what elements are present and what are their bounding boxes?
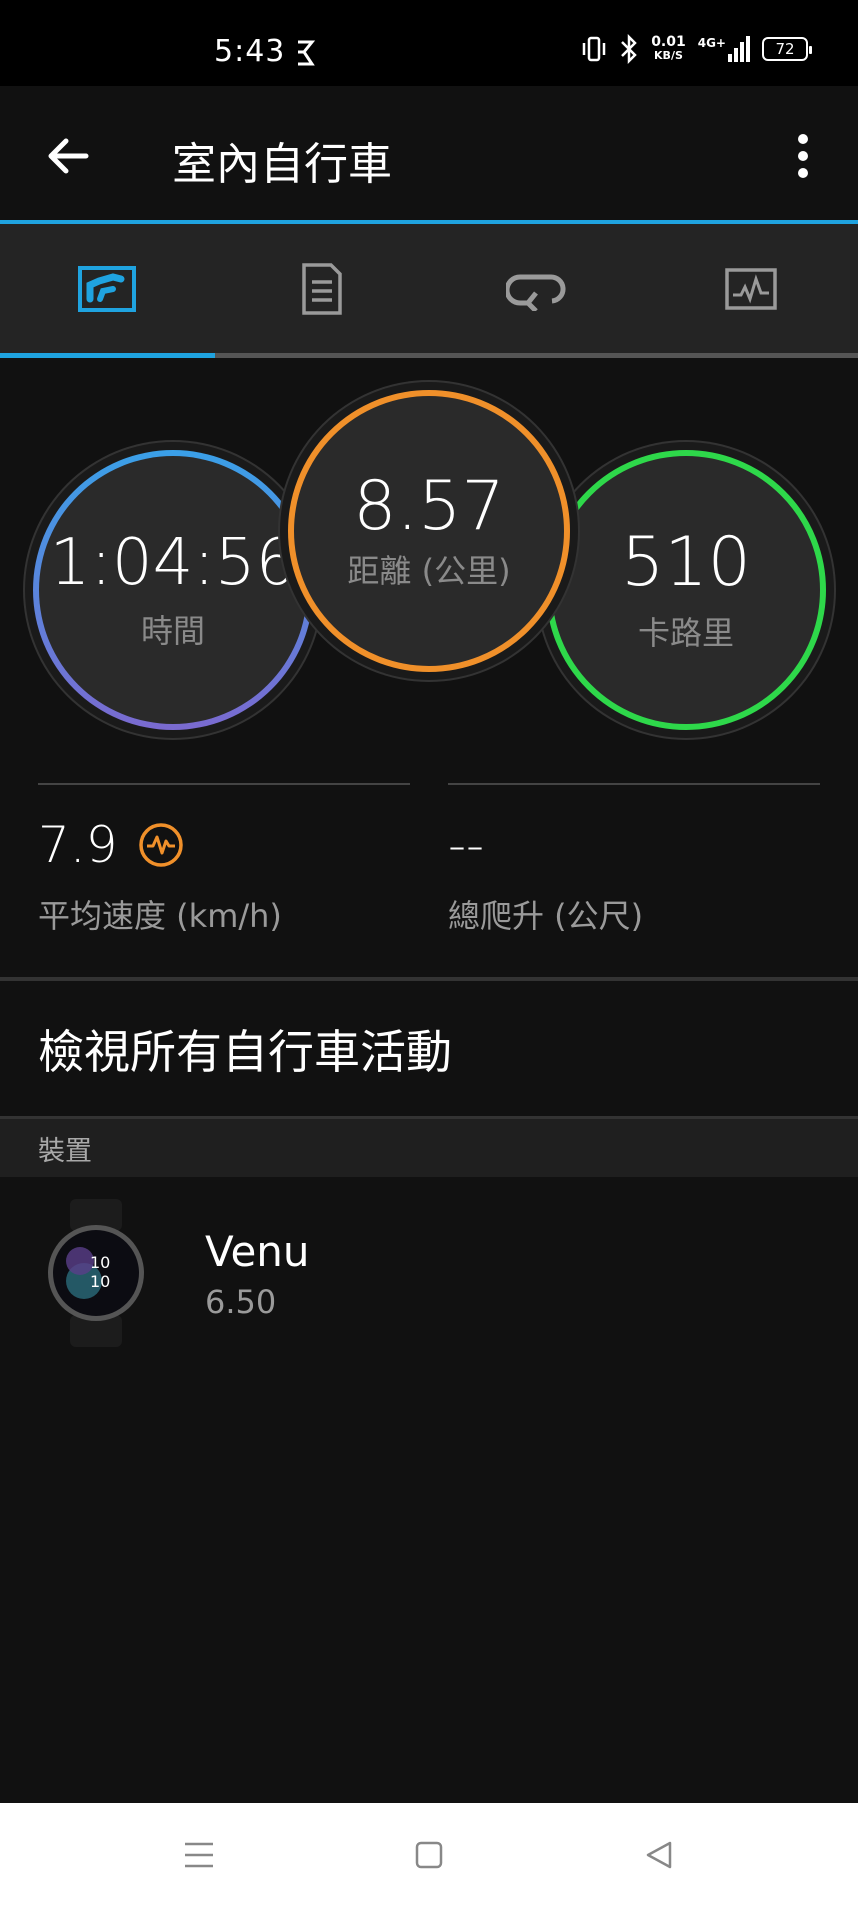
stats-section: 7.9 平均速度 (km/h) -- 總爬升 (公尺)	[38, 783, 820, 935]
device-row[interactable]: 10 10 Venu 6.50	[0, 1177, 858, 1352]
tab-laps[interactable]	[429, 224, 644, 354]
tab-details[interactable]	[215, 224, 430, 354]
total-ascent-label: 總爬升 (公尺)	[448, 897, 644, 935]
page-title: 室內自行車	[172, 139, 392, 190]
back-arrow-icon	[48, 138, 89, 174]
triangle-back-icon	[646, 1841, 672, 1869]
signal-icon: 4G+	[698, 36, 750, 62]
svg-text:10: 10	[90, 1253, 110, 1272]
status-bar: 5:43 0.01 KB/S 4G+ 72	[0, 0, 858, 86]
time-label: 時間	[140, 612, 205, 651]
svg-text:10: 10	[90, 1272, 110, 1291]
vibrate-icon	[582, 36, 606, 62]
device-section-header: 裝置	[0, 1119, 858, 1177]
calories-value: 510	[621, 522, 751, 602]
total-ascent-value: --	[448, 816, 485, 874]
total-ascent-stat: -- 總爬升 (公尺)	[448, 783, 820, 937]
more-dot-icon	[798, 168, 808, 178]
view-all-cycling-link[interactable]: 檢視所有自行車活動	[0, 981, 858, 1117]
time-value: 1:04:56	[49, 525, 297, 600]
document-list-icon	[302, 263, 342, 315]
menu-lines-icon	[185, 1842, 213, 1868]
app-bar: 室內自行車	[0, 86, 858, 220]
laps-loop-icon	[506, 274, 566, 311]
tab-active-indicator	[0, 353, 215, 358]
more-dot-icon	[798, 151, 808, 161]
app-notification-icon	[290, 38, 320, 72]
avg-speed-value: 7.9	[38, 816, 118, 874]
status-time: 5:43	[214, 34, 286, 69]
net-speed: 0.01 KB/S	[651, 34, 686, 62]
avg-speed-stat: 7.9 平均速度 (km/h)	[38, 783, 410, 937]
recents-button[interactable]	[169, 1825, 229, 1885]
calories-label: 卡路里	[637, 614, 734, 653]
more-options-button[interactable]	[778, 126, 828, 186]
bluetooth-icon	[621, 34, 637, 64]
calories-ring: 510 卡路里	[546, 450, 826, 730]
device-name: Venu	[205, 1227, 310, 1276]
distance-label: 距離 (公里)	[347, 552, 511, 591]
device-version: 6.50	[205, 1283, 277, 1321]
tab-bar	[0, 224, 858, 354]
time-ring: 1:04:56 時間	[33, 450, 313, 730]
status-icons: 0.01 KB/S 4G+ 72	[581, 34, 812, 64]
tab-charts[interactable]	[644, 224, 858, 354]
square-icon	[415, 1841, 443, 1869]
back-nav-button[interactable]	[629, 1825, 689, 1885]
stats-chart-icon	[78, 266, 137, 312]
distance-value: 8.57	[353, 466, 505, 546]
avg-speed-label: 平均速度 (km/h)	[38, 897, 282, 935]
summary-rings: 1:04:56 時間 510 卡路里 8.57 距離 (公里)	[0, 370, 858, 750]
activity-graph-icon	[725, 268, 777, 310]
home-button[interactable]	[399, 1825, 459, 1885]
more-dot-icon	[798, 134, 808, 144]
back-button[interactable]	[38, 126, 98, 186]
tab-stats[interactable]	[0, 224, 215, 354]
battery-icon: 72	[762, 37, 812, 61]
system-nav-bar	[0, 1803, 858, 1907]
distance-ring: 8.57 距離 (公里)	[288, 390, 570, 672]
watch-image: 10 10	[44, 1199, 148, 1351]
heart-rate-pulse-icon[interactable]	[138, 822, 184, 868]
